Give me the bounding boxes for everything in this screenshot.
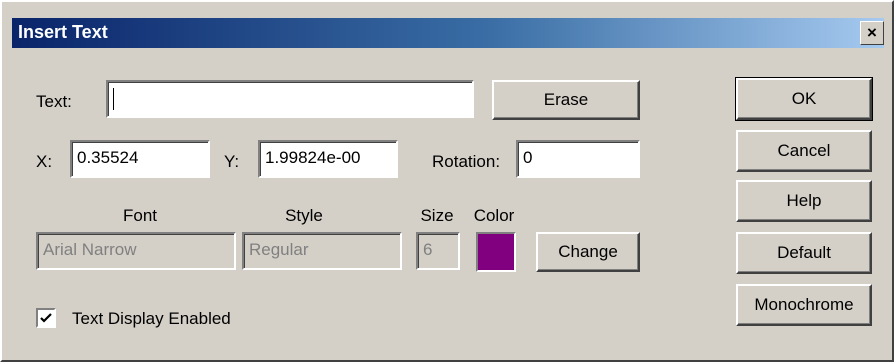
y-label-text: Y: xyxy=(224,152,240,171)
font-field: Arial Narrow xyxy=(36,232,236,270)
close-icon: × xyxy=(867,23,877,42)
cancel-button[interactable]: Cancel xyxy=(736,130,872,172)
x-input[interactable]: 0.35524 xyxy=(70,140,210,178)
style-field: Regular xyxy=(242,232,402,270)
x-label: X: xyxy=(36,152,52,172)
erase-button-label: Erase xyxy=(543,90,589,109)
y-label: Y: xyxy=(224,152,239,172)
help-button-label: Help xyxy=(786,191,822,210)
default-button-label: Default xyxy=(777,243,831,262)
y-input-value: 1.99824e-00 xyxy=(265,148,361,167)
change-button[interactable]: Change xyxy=(536,232,640,272)
text-input[interactable] xyxy=(106,80,474,118)
default-button[interactable]: Default xyxy=(736,232,872,274)
cancel-button-label: Cancel xyxy=(777,141,831,160)
rotation-label-text: Rotation: xyxy=(432,152,501,171)
monochrome-button-label: Monochrome xyxy=(754,295,854,314)
size-header: Size xyxy=(420,206,454,225)
text-display-checkbox[interactable] xyxy=(36,308,56,328)
text-caret xyxy=(113,88,114,110)
x-input-value: 0.35524 xyxy=(77,148,139,167)
rotation-label: Rotation: xyxy=(432,152,500,172)
ok-button[interactable]: OK xyxy=(735,77,873,121)
erase-button[interactable]: Erase xyxy=(492,80,640,120)
monochrome-button[interactable]: Monochrome xyxy=(736,284,872,326)
insert-text-dialog: Insert Text × Text: Erase X: 0.35524 Y: … xyxy=(0,0,894,362)
rotation-input[interactable]: 0 xyxy=(516,140,640,178)
style-header: Style xyxy=(285,206,323,225)
color-header: Color xyxy=(473,206,515,225)
text-label: Text: xyxy=(36,92,72,112)
size-field: 6 xyxy=(416,232,460,270)
title-bar: Insert Text × xyxy=(12,18,884,48)
rotation-input-value: 0 xyxy=(523,148,533,167)
size-field-value: 6 xyxy=(423,240,433,259)
text-display-label: Text Display Enabled xyxy=(72,309,231,328)
font-header: Font xyxy=(122,206,158,225)
ok-button-label: OK xyxy=(791,89,817,108)
checkmark-icon xyxy=(40,313,52,323)
close-button[interactable]: × xyxy=(860,21,884,45)
text-label-text: Text: xyxy=(36,92,72,111)
help-button[interactable]: Help xyxy=(736,180,872,222)
style-field-value: Regular xyxy=(249,240,309,259)
window-title: Insert Text xyxy=(18,22,108,42)
font-field-value: Arial Narrow xyxy=(43,240,137,259)
color-swatch[interactable] xyxy=(476,232,516,272)
x-label-text: X: xyxy=(36,152,53,171)
change-button-label: Change xyxy=(558,242,618,261)
y-input[interactable]: 1.99824e-00 xyxy=(258,140,398,178)
